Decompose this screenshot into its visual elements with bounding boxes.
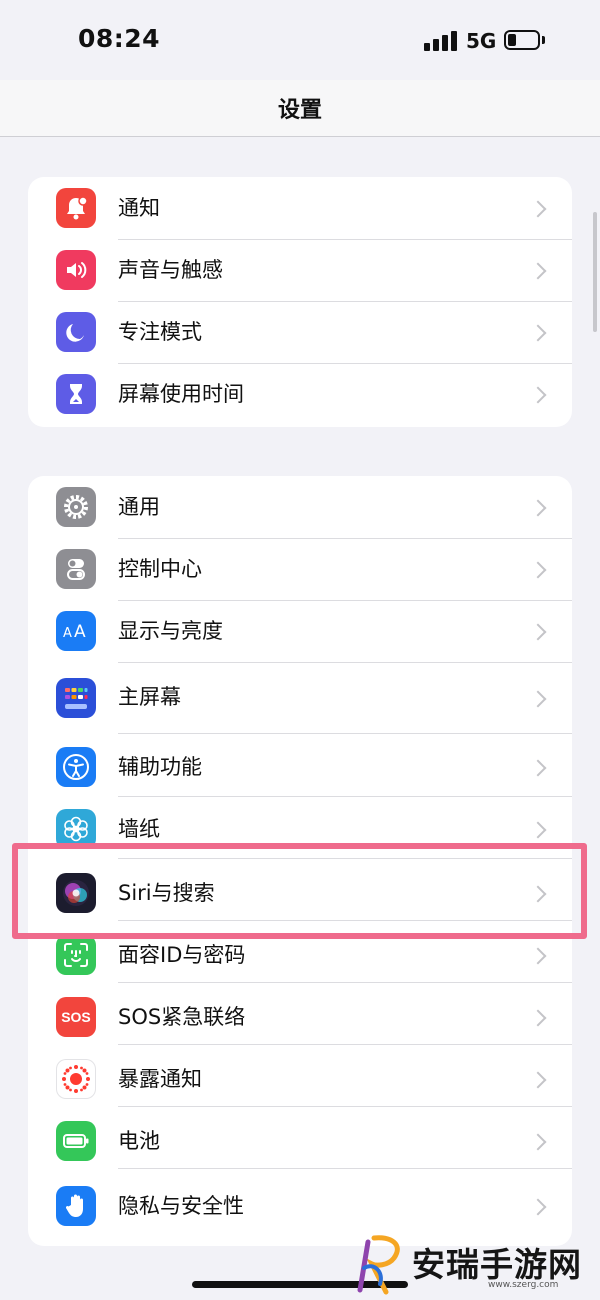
- battery-status-icon: [504, 30, 540, 50]
- speaker-icon: [56, 250, 96, 290]
- status-time: 08:24: [78, 24, 161, 53]
- chevron-right-icon: [529, 386, 547, 404]
- text-size-icon: AA: [56, 611, 96, 651]
- sos-icon-text: SOS: [61, 1009, 91, 1025]
- settings-row-sounds[interactable]: 声音与触感: [28, 239, 572, 302]
- status-bar: 08:24 5G: [0, 0, 600, 80]
- settings-row-label: 显示与亮度: [118, 619, 223, 643]
- toggle-icon: [56, 549, 96, 589]
- chevron-right-icon: [529, 200, 547, 218]
- chevron-right-icon: [529, 561, 547, 579]
- siri-icon: [56, 873, 96, 913]
- chevron-right-icon: [529, 499, 547, 517]
- settings-row-general[interactable]: 通用: [28, 476, 572, 539]
- chevron-right-icon: [529, 623, 547, 641]
- watermark: 安瑞手游网 www.szerg.com: [350, 1232, 600, 1300]
- settings-row-label: 专注模式: [118, 320, 202, 344]
- chevron-right-icon: [529, 1009, 547, 1027]
- settings-row-screen-time[interactable]: 屏幕使用时间: [28, 363, 572, 426]
- settings-row-notifications[interactable]: 通知: [28, 177, 572, 240]
- moon-icon: [56, 312, 96, 352]
- hourglass-icon: [56, 374, 96, 414]
- svg-text:A: A: [63, 626, 72, 641]
- settings-row-accessibility[interactable]: 辅助功能: [28, 734, 572, 797]
- settings-row-emergency-sos[interactable]: SOS SOS紧急联络: [28, 982, 572, 1045]
- settings-row-face-id[interactable]: 面容ID与密码: [28, 920, 572, 983]
- hand-icon: [56, 1186, 96, 1226]
- accessibility-icon: [56, 747, 96, 787]
- settings-row-label: 辅助功能: [118, 755, 202, 779]
- battery-icon: [56, 1121, 96, 1161]
- bell-icon: [56, 188, 96, 228]
- chevron-right-icon: [529, 759, 547, 777]
- watermark-logo-icon: [357, 1235, 400, 1295]
- settings-row-wallpaper[interactable]: 墙纸: [28, 796, 572, 859]
- scroll-indicator: [593, 212, 597, 332]
- settings-row-label: 隐私与安全性: [118, 1194, 244, 1218]
- settings-row-label: 声音与触感: [118, 258, 223, 282]
- settings-row-label: 电池: [118, 1129, 160, 1153]
- network-type: 5G: [466, 29, 497, 53]
- chevron-right-icon: [529, 947, 547, 965]
- settings-screen: 08:24 5G 设置 通知 声音与触感 专注模式 屏幕使用时间 通用 控制中心…: [0, 0, 600, 1300]
- chevron-right-icon: [529, 690, 547, 708]
- watermark-url: www.szerg.com: [488, 1280, 559, 1290]
- gear-icon: [56, 487, 96, 527]
- settings-group-2: 通用 控制中心 AA 显示与亮度 主屏幕 辅助功能 墙纸 Siri与搜索 面容I…: [28, 476, 572, 1246]
- settings-row-label: 屏幕使用时间: [118, 382, 244, 406]
- settings-row-label: 控制中心: [118, 557, 202, 581]
- page-title: 设置: [277, 98, 322, 123]
- flower-icon: [56, 809, 96, 849]
- settings-row-exposure[interactable]: 暴露通知: [28, 1044, 572, 1107]
- chevron-right-icon: [529, 821, 547, 839]
- chevron-right-icon: [529, 262, 547, 280]
- face-id-icon: [56, 935, 96, 975]
- settings-row-label: Siri与搜索: [118, 881, 215, 905]
- settings-row-control-center[interactable]: 控制中心: [28, 538, 572, 601]
- watermark-text: 安瑞手游网: [412, 1245, 582, 1284]
- settings-row-home-screen[interactable]: 主屏幕: [28, 662, 572, 734]
- chevron-right-icon: [529, 1198, 547, 1216]
- battery-tip: [542, 36, 545, 44]
- chevron-right-icon: [529, 1133, 547, 1151]
- settings-row-label: 暴露通知: [118, 1067, 202, 1091]
- settings-row-display[interactable]: AA 显示与亮度: [28, 600, 572, 663]
- settings-row-siri-search[interactable]: Siri与搜索: [28, 858, 572, 921]
- settings-row-label: SOS紧急联络: [118, 1005, 246, 1029]
- svg-text:A: A: [74, 622, 86, 642]
- settings-group-1: 通知 声音与触感 专注模式 屏幕使用时间: [28, 177, 572, 427]
- settings-row-label: 主屏幕: [118, 685, 181, 709]
- settings-row-label: 通知: [118, 196, 160, 220]
- settings-row-focus[interactable]: 专注模式: [28, 301, 572, 364]
- navigation-bar: 设置: [0, 80, 600, 137]
- sos-icon: SOS: [56, 997, 96, 1037]
- home-grid-icon: [56, 678, 96, 718]
- settings-row-label: 墙纸: [118, 817, 160, 841]
- chevron-right-icon: [529, 324, 547, 342]
- cellular-signal-icon: [424, 31, 458, 51]
- exposure-icon: [56, 1059, 96, 1099]
- settings-row-label: 面容ID与密码: [118, 943, 246, 967]
- chevron-right-icon: [529, 1071, 547, 1089]
- settings-row-label: 通用: [118, 495, 160, 519]
- settings-row-battery[interactable]: 电池: [28, 1106, 572, 1169]
- chevron-right-icon: [529, 885, 547, 903]
